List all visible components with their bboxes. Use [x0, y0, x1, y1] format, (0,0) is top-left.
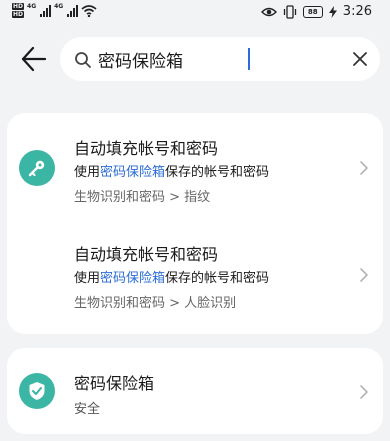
chevron-right-icon — [360, 268, 368, 282]
result-item[interactable]: 自动填充帐号和密码 使用密码保险箱保存的帐号和密码 生物识别和密码 > 指纹 — [7, 113, 383, 225]
signal-icon-2 — [67, 5, 79, 17]
result-title: 自动填充帐号和密码 — [74, 245, 219, 264]
desc-highlight: 密码保险箱 — [100, 165, 166, 180]
hd-label-1: HD — [12, 3, 25, 10]
vibrate-icon — [283, 4, 296, 19]
status-right: 88 3:26 — [260, 4, 372, 19]
clear-icon[interactable] — [352, 51, 368, 67]
battery-icon: 88 — [302, 5, 323, 18]
back-arrow-icon[interactable] — [20, 44, 48, 74]
chevron-right-icon — [360, 385, 368, 399]
chevron-right-icon — [360, 161, 368, 175]
search-bar[interactable] — [60, 37, 380, 81]
desc-suffix: 保存的帐号和密码 — [165, 165, 270, 180]
desc-prefix: 使用 — [74, 271, 101, 286]
result-item[interactable]: 密码保险箱 安全 — [7, 348, 383, 434]
hd-indicator: HD HD — [12, 3, 25, 19]
search-icon — [75, 52, 91, 68]
result-subtitle: 安全 — [74, 402, 101, 417]
results-card: 自动填充帐号和密码 使用密码保险箱保存的帐号和密码 生物识别和密码 > 指纹 自… — [7, 113, 383, 334]
status-bar: HD HD 4G 4G 88 3:26 — [0, 0, 390, 26]
signal-icon-1 — [40, 5, 52, 17]
key-icon — [19, 150, 55, 186]
result-path: 生物识别和密码 > 指纹 — [74, 190, 211, 205]
result-description: 使用密码保险箱保存的帐号和密码 — [74, 267, 269, 286]
result-path: 生物识别和密码 > 人脸识别 — [74, 296, 237, 311]
desc-prefix: 使用 — [74, 165, 101, 180]
search-input[interactable] — [98, 45, 328, 73]
network-type-1: 4G — [27, 3, 37, 10]
charging-icon — [328, 5, 337, 18]
status-left: HD HD 4G 4G — [12, 3, 97, 19]
text-cursor — [248, 48, 250, 70]
results-card: 密码保险箱 安全 — [7, 348, 383, 434]
result-item[interactable]: 自动填充帐号和密码 使用密码保险箱保存的帐号和密码 生物识别和密码 > 人脸识别 — [7, 225, 383, 334]
result-title: 密码保险箱 — [74, 374, 155, 393]
result-description: 使用密码保险箱保存的帐号和密码 — [74, 161, 269, 180]
shield-icon — [19, 373, 55, 409]
desc-suffix: 保存的帐号和密码 — [165, 271, 270, 286]
result-title: 自动填充帐号和密码 — [74, 139, 219, 158]
network-type-2: 4G — [54, 3, 64, 10]
eye-icon — [260, 7, 277, 16]
desc-highlight: 密码保险箱 — [100, 271, 166, 286]
hd-label-2: HD — [12, 11, 25, 18]
wifi-icon — [81, 5, 97, 17]
clock: 3:26 — [342, 4, 372, 19]
